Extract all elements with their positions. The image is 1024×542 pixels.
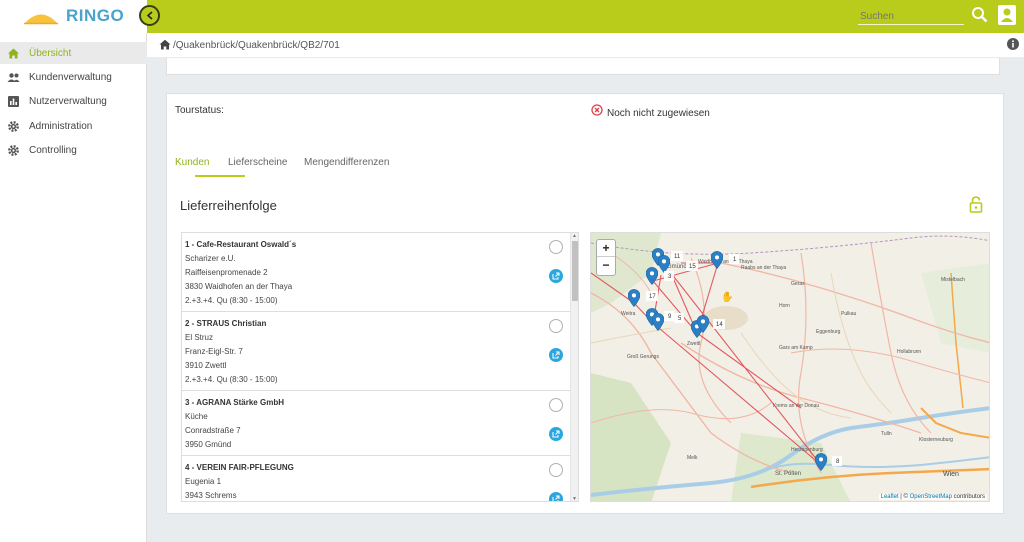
- sidebar-item-kundenverwaltung[interactable]: Kundenverwaltung: [0, 66, 147, 88]
- marker-label: 11: [674, 254, 681, 260]
- delivery-line: Eugenia 1: [185, 477, 222, 486]
- sidebar-collapse-button[interactable]: [139, 5, 160, 26]
- delivery-title: 1 - Cafe-Restaurant Oswald´s: [185, 240, 297, 249]
- delivery-list: 1 - Cafe-Restaurant Oswald´s Scharizer e…: [181, 232, 579, 502]
- people-icon: [7, 72, 20, 82]
- marker-label: 15: [689, 264, 696, 270]
- active-tab-indicator: [195, 175, 245, 177]
- sidebar-item-label: Administration: [29, 120, 93, 132]
- done-checkbox[interactable]: [549, 463, 563, 477]
- delivery-line: Conradstraße 7: [185, 426, 241, 435]
- sidebar-item-label: Controlling: [29, 144, 77, 156]
- done-checkbox[interactable]: [549, 319, 563, 333]
- open-external-icon[interactable]: [549, 348, 563, 362]
- collapsed-card: [166, 58, 1000, 75]
- marker-label: 17: [649, 294, 656, 300]
- map-marker-icon[interactable]: [628, 289, 640, 307]
- search-icon[interactable]: [971, 6, 988, 23]
- delivery-line: 3950 Gmünd: [185, 440, 232, 449]
- delivery-title: 2 - STRAUS Christian: [185, 319, 267, 328]
- tab-mengendifferenzen[interactable]: Mengendifferenzen: [304, 157, 389, 177]
- chart-icon: [8, 95, 19, 107]
- scroll-down-arrow-icon[interactable]: ▼: [572, 496, 577, 501]
- sun-logo-icon: [24, 14, 58, 25]
- list-item[interactable]: 3 - AGRANA Stärke GmbH Küche Conradstraß…: [182, 391, 570, 456]
- map-markers: 11 15 1 3 17 9 5 14 8: [628, 248, 842, 471]
- open-external-icon[interactable]: [549, 427, 563, 441]
- info-icon[interactable]: [1007, 38, 1019, 50]
- delivery-line: Franz-Eigl-Str. 7: [185, 347, 243, 356]
- osm-link[interactable]: OpenStreetMap: [910, 494, 952, 500]
- map-marker-icon[interactable]: [711, 251, 723, 269]
- scroll-thumb[interactable]: [572, 241, 578, 301]
- delivery-title: 4 - VEREIN FAIR-PFLEGUNG: [185, 463, 294, 472]
- tour-status-label: Tourstatus:: [175, 105, 224, 116]
- error-circle-icon: [591, 104, 603, 116]
- breadcrumb-path[interactable]: /Quakenbrück/Quakenbrück/QB2/701: [173, 40, 340, 51]
- open-external-icon[interactable]: [549, 492, 563, 501]
- delivery-title: 3 - AGRANA Stärke GmbH: [185, 398, 284, 407]
- done-checkbox[interactable]: [549, 240, 563, 254]
- attribution-contributors: contributors: [951, 494, 985, 500]
- map-marker-icon[interactable]: [646, 267, 658, 285]
- tour-detail-card: Tourstatus: Noch nicht zugewiesen Kunden…: [166, 93, 1004, 514]
- leaflet-link[interactable]: Leaflet: [881, 494, 899, 500]
- delivery-line: 3943 Schrems: [185, 491, 237, 500]
- list-item[interactable]: 2 - STRAUS Christian El Struz Franz-Eigl…: [182, 312, 570, 391]
- breadcrumb: /Quakenbrück/Quakenbrück/QB2/701: [147, 33, 1024, 57]
- sidebar: Übersicht Kundenverwaltung Nutzerverwalt…: [0, 33, 147, 542]
- map-marker-icon[interactable]: [652, 313, 664, 331]
- done-checkbox[interactable]: [549, 398, 563, 412]
- sidebar-item-nutzerverwaltung[interactable]: Nutzerverwaltung: [0, 90, 147, 112]
- map-marker-icon[interactable]: [815, 453, 827, 471]
- search-input[interactable]: [858, 8, 964, 25]
- zoom-out-button[interactable]: −: [597, 257, 615, 274]
- gear-icon: [8, 144, 19, 156]
- sidebar-item-uebersicht[interactable]: Übersicht: [0, 42, 147, 64]
- home-icon[interactable]: [159, 39, 171, 50]
- gear-icon: [8, 120, 19, 132]
- scroll-up-arrow-icon[interactable]: ▲: [572, 233, 577, 239]
- list-item[interactable]: 1 - Cafe-Restaurant Oswald´s Scharizer e…: [182, 233, 570, 312]
- list-item[interactable]: 4 - VEREIN FAIR-PFLEGUNG Eugenia 1 3943 …: [182, 456, 570, 501]
- tab-lieferscheine[interactable]: Lieferscheine: [228, 157, 287, 177]
- marker-label: 14: [716, 322, 723, 328]
- sidebar-item-controlling[interactable]: Controlling: [0, 139, 147, 161]
- route-map[interactable]: Gmünd Waidhofen an der Thaya Zwettl Groß…: [590, 232, 990, 502]
- delivery-line: 3830 Waidhofen an der Thaya: [185, 282, 293, 291]
- open-external-icon[interactable]: [549, 269, 563, 283]
- delivery-line: Raiffeisenpromenade 2: [185, 268, 268, 277]
- delivery-line: 3910 Zwettl: [185, 361, 227, 370]
- delivery-line: Scharizer e.U.: [185, 254, 236, 263]
- map-attribution: Leaflet | © OpenStreetMap contributors: [878, 494, 987, 500]
- delivery-line: 2.+3.+4. Qu (8:30 - 15:00): [185, 375, 278, 384]
- tour-status-value: Noch nicht zugewiesen: [607, 108, 710, 119]
- delivery-line: 2.+3.+4. Qu (8:30 - 15:00): [185, 296, 278, 305]
- logo-text: RINGO: [66, 6, 125, 25]
- attribution-separator: | ©: [898, 494, 910, 500]
- delivery-line: El Struz: [185, 333, 214, 342]
- sidebar-item-label: Kundenverwaltung: [29, 71, 112, 83]
- chevron-left-icon: [146, 11, 153, 20]
- list-scrollbar[interactable]: ▲ ▼: [570, 233, 578, 501]
- user-profile-icon[interactable]: [997, 4, 1017, 26]
- zoom-in-button[interactable]: +: [597, 240, 615, 257]
- sidebar-item-administration[interactable]: Administration: [0, 115, 147, 137]
- map-marker-icon[interactable]: [658, 255, 670, 273]
- map-zoom-control: + −: [596, 239, 616, 276]
- unlock-icon[interactable]: [969, 196, 983, 213]
- logo[interactable]: RINGO: [0, 0, 147, 33]
- sidebar-item-label: Nutzerverwaltung: [29, 95, 107, 107]
- delivery-line: Küche: [185, 412, 208, 421]
- home-icon: [8, 48, 19, 58]
- section-title: Lieferreihenfolge: [180, 198, 277, 213]
- tab-kunden[interactable]: Kunden: [175, 157, 209, 177]
- sidebar-item-label: Übersicht: [29, 47, 72, 59]
